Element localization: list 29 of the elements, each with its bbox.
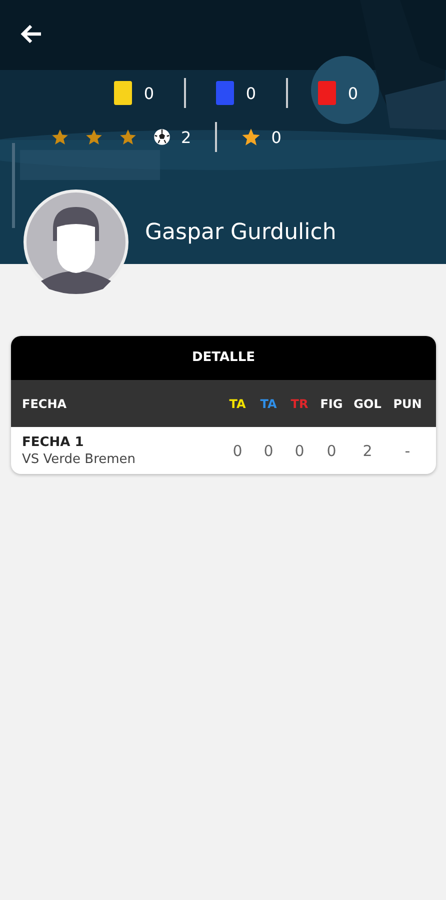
table-cell-text: 0 xyxy=(294,442,306,460)
goal-count: 2 xyxy=(181,128,192,146)
column-header: PUN xyxy=(392,396,423,410)
table-cell-text: 0 xyxy=(326,442,338,460)
table-cell-text: 0 xyxy=(262,442,274,460)
card-count: 0 xyxy=(246,84,256,102)
detail-title: DETALLE xyxy=(11,336,436,380)
figure-count: 0 xyxy=(271,128,282,146)
column-header: TA xyxy=(259,396,278,410)
column-header: FIG xyxy=(319,396,344,410)
column-header: TA xyxy=(228,396,247,410)
player-name: Gaspar Gurdulich xyxy=(145,220,338,245)
card-count: 0 xyxy=(348,84,358,102)
opponent-name: VS Verde Bremen xyxy=(22,452,137,466)
soccer-ball-icon xyxy=(153,128,171,146)
star-icon xyxy=(119,128,137,146)
star-icon xyxy=(51,128,69,146)
column-header: TR xyxy=(290,396,310,410)
match-round: FECHA 1 xyxy=(22,434,85,450)
table-cell-text: 0 xyxy=(232,442,244,460)
avatar-icon xyxy=(23,189,129,295)
column-header: GOL xyxy=(352,396,382,410)
star-icon xyxy=(241,127,262,147)
column-header: FECHA xyxy=(22,396,68,410)
table-cell-text: - xyxy=(404,442,412,460)
card-count: 0 xyxy=(144,84,154,102)
star-icon xyxy=(85,128,103,146)
back-arrow-icon xyxy=(19,23,43,45)
table-cell-text: 2 xyxy=(362,442,374,460)
